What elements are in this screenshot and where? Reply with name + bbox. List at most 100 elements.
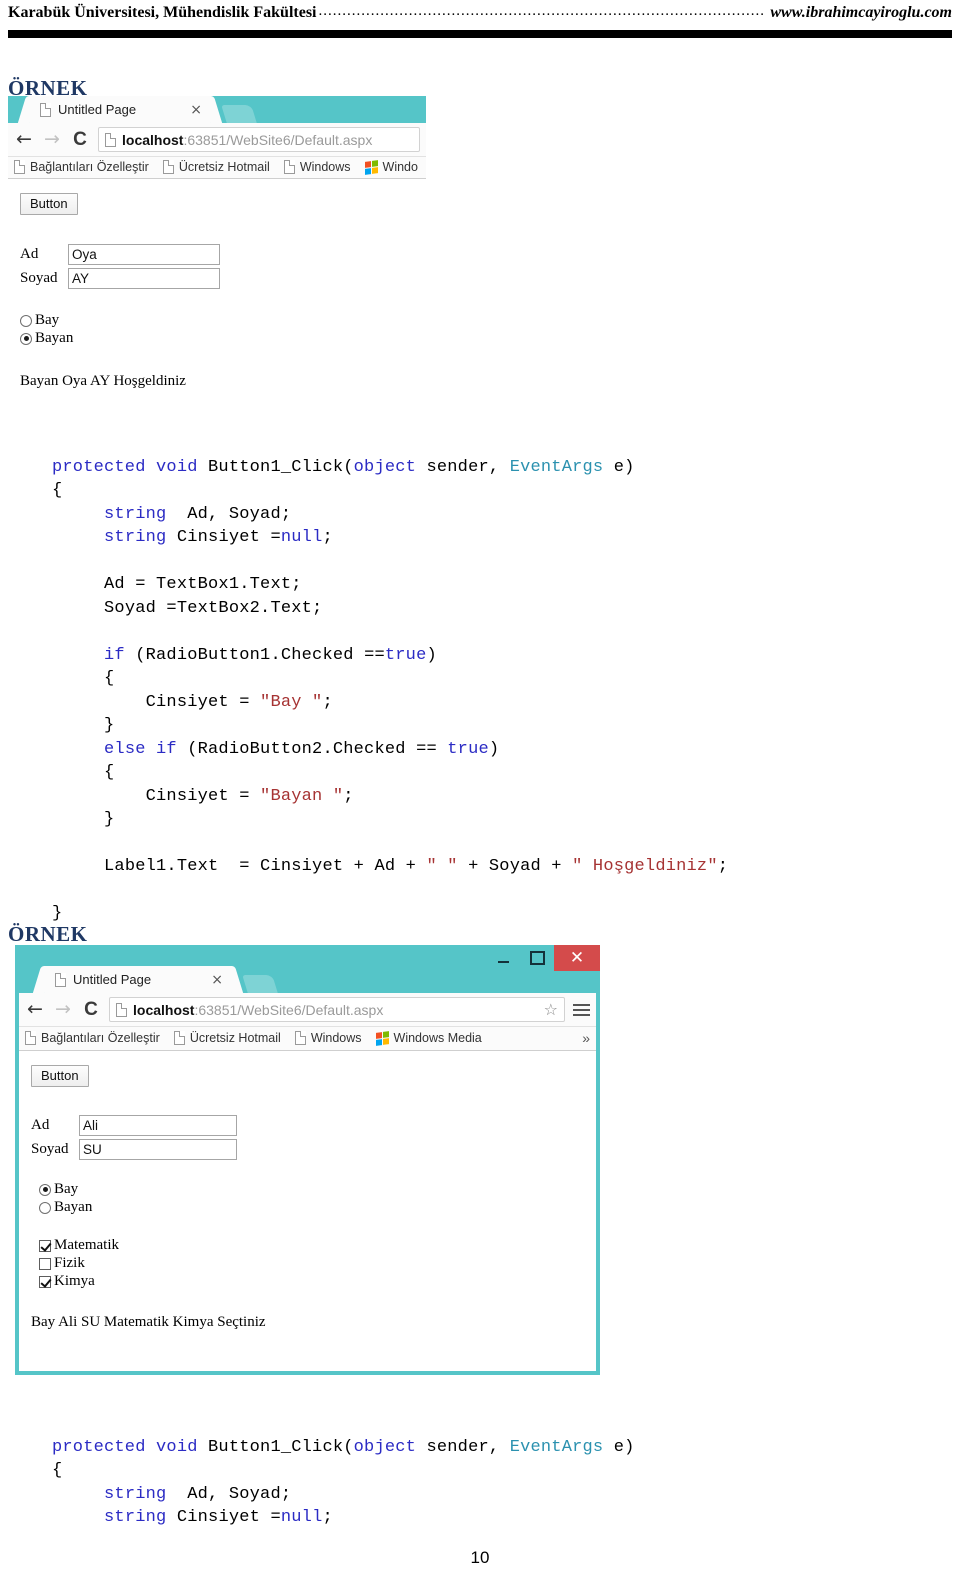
- bookmark-baglantilari-ozellestir[interactable]: Bağlantıları Özelleştir: [25, 1031, 160, 1045]
- code1-l16: }: [104, 810, 115, 829]
- code1-l04-kw: string: [104, 528, 167, 547]
- tab-left-edge: [32, 966, 54, 993]
- code1-l04-end: ;: [322, 528, 333, 547]
- bookmark-ucretsiz-hotmail[interactable]: Ücretsiz Hotmail: [173, 1031, 281, 1045]
- page-number: 10: [470, 1548, 490, 1567]
- browser2-address-bar[interactable]: localhost:63851/WebSite6/Default.aspx ☆: [109, 997, 565, 1022]
- radio-bayan-icon[interactable]: [39, 1201, 51, 1214]
- back-arrow-icon[interactable]: ←: [14, 130, 34, 149]
- browser2-check-matematik-row[interactable]: Matematik: [39, 1237, 584, 1254]
- checkbox-fizik-icon[interactable]: [39, 1257, 51, 1270]
- reload-icon[interactable]: C: [70, 130, 90, 149]
- bookmark-windows[interactable]: Windows: [294, 1031, 362, 1045]
- header-institution: Karabük Üniversitesi, Mühendislik Fakült…: [8, 4, 317, 21]
- code1-l01-tail: e): [603, 457, 635, 477]
- code1-l10: {: [104, 669, 115, 688]
- checkbox-kimya-icon[interactable]: [39, 1275, 51, 1288]
- forward-arrow-icon[interactable]: →: [42, 130, 62, 149]
- input-ad[interactable]: Oya: [68, 244, 220, 265]
- maximize-button[interactable]: [520, 945, 554, 971]
- radio-bay-label: Bay: [35, 312, 60, 328]
- checkbox-matematik-icon[interactable]: [39, 1239, 51, 1252]
- checkbox-fizik-label: Fizik: [54, 1255, 85, 1271]
- forward-arrow-icon[interactable]: →: [53, 1000, 73, 1019]
- bookmark-doc-icon: [14, 160, 25, 174]
- code1-l09-true: true: [384, 645, 427, 665]
- bookmarks-overflow-icon[interactable]: »: [582, 1030, 590, 1046]
- bookmark-doc-icon: [162, 160, 174, 174]
- browser1-page-content: Button Ad Oya Soyad AY Bay Bayan Bayan O…: [8, 179, 426, 400]
- code-block-1: protected void Button1_Click(object send…: [52, 432, 728, 926]
- browser1-tab[interactable]: Untitled Page ×: [17, 96, 223, 123]
- code2-l02: {: [52, 1461, 63, 1480]
- code1-l13-kw: else if: [104, 739, 177, 759]
- browser2-submit-button[interactable]: Button: [31, 1065, 89, 1087]
- code1-l01-keywords: protected void: [52, 457, 209, 477]
- radio-bayan-icon[interactable]: [20, 332, 32, 345]
- browser2-tab-title: Untitled Page: [73, 972, 152, 987]
- browser2-check-kimya-row[interactable]: Kimya: [39, 1273, 584, 1290]
- browser-window-2: ✕ Untitled Page × ← → C localhost:63851/…: [15, 945, 600, 1375]
- reload-icon[interactable]: C: [81, 1000, 101, 1019]
- bookmark-baglantilari-ozellestir[interactable]: Bağlantıları Özelleştir: [14, 160, 149, 174]
- tab-close-icon[interactable]: ×: [190, 103, 202, 117]
- code1-l12: }: [104, 716, 115, 735]
- code1-l03-kw: string: [104, 504, 167, 524]
- code2-l04-mid: Cinsiyet =: [166, 1508, 281, 1527]
- radio-bay-icon[interactable]: [39, 1183, 51, 1196]
- browser2-check-fizik-row[interactable]: Fizik: [39, 1255, 584, 1272]
- browser1-radio-bayan-row[interactable]: Bayan: [20, 330, 414, 347]
- browser2-window-controls: ✕: [486, 945, 600, 971]
- new-tab-button[interactable]: [221, 105, 257, 123]
- browser2-titlebar: ✕ Untitled Page ×: [15, 945, 600, 993]
- browser1-address-bar[interactable]: localhost:63851/WebSite6/Default.aspx: [98, 127, 420, 152]
- code1-l14: {: [104, 763, 115, 782]
- browser2-url: localhost:63851/WebSite6/Default.aspx: [133, 1002, 383, 1018]
- code1-l04-mid: Cinsiyet =: [166, 528, 281, 547]
- input-soyad[interactable]: SU: [79, 1139, 237, 1160]
- browser1-submit-button[interactable]: Button: [20, 193, 78, 215]
- page-doc-icon: [40, 102, 51, 117]
- bookmark-label: Ücretsiz Hotmail: [189, 1031, 281, 1045]
- input-ad[interactable]: Ali: [79, 1115, 237, 1136]
- new-tab-button[interactable]: [242, 975, 278, 993]
- bookmark-ucretsiz-hotmail[interactable]: Ücretsiz Hotmail: [162, 160, 270, 174]
- bookmark-windows-media[interactable]: Windo: [364, 159, 418, 175]
- tab-close-icon[interactable]: ×: [211, 973, 223, 987]
- browser2-result-label: Bay Ali SU Matematik Kimya Seçtiniz: [31, 1314, 266, 1330]
- code1-l01-eventargs: EventArgs: [509, 457, 604, 477]
- close-button[interactable]: ✕: [554, 945, 600, 971]
- url-path: :63851/WebSite6/Default.aspx: [194, 1001, 384, 1018]
- header-dot-leader: ........................................…: [318, 3, 765, 19]
- browser2-field-ad: Ad Ali: [31, 1115, 584, 1136]
- bookmark-label: Windows Media: [393, 1031, 482, 1045]
- code2-l04-end: ;: [322, 1508, 333, 1527]
- code1-l18-s1: " ": [426, 857, 458, 876]
- bookmark-label: Bağlantıları Özelleştir: [41, 1031, 160, 1045]
- bookmark-windows-media[interactable]: Windows Media: [375, 1030, 482, 1046]
- code1-l11-str: "Bay ": [260, 692, 323, 712]
- minimize-button[interactable]: [486, 945, 520, 971]
- browser2-radio-bayan-row[interactable]: Bayan: [39, 1199, 584, 1216]
- bookmark-star-icon[interactable]: ☆: [544, 1000, 558, 1019]
- code1-l18-s2: " Hoşgeldiniz": [572, 857, 718, 876]
- bookmark-label: Windows: [299, 160, 351, 174]
- label-soyad: Soyad: [31, 1141, 69, 1157]
- browser2-radio-bay-row[interactable]: Bay: [39, 1181, 584, 1198]
- browser1-tab-title: Untitled Page: [58, 102, 137, 117]
- address-page-icon: [116, 1002, 127, 1017]
- code2-l01-object: object: [353, 1437, 417, 1457]
- bookmark-windows[interactable]: Windows: [283, 160, 351, 174]
- checkbox-matematik-label: Matematik: [54, 1237, 119, 1253]
- code2-l01-tail: e): [603, 1437, 635, 1457]
- browser1-radio-bay-row[interactable]: Bay: [20, 312, 414, 329]
- code1-l01-object: object: [353, 457, 417, 477]
- browser2-tab[interactable]: Untitled Page ×: [32, 966, 244, 993]
- back-arrow-icon[interactable]: ←: [25, 1000, 45, 1019]
- code1-l15-str: "Bayan ": [260, 786, 344, 806]
- radio-bay-icon[interactable]: [20, 314, 32, 327]
- hamburger-menu-icon[interactable]: [573, 1003, 590, 1016]
- radio-bayan-label: Bayan: [35, 330, 74, 346]
- input-soyad[interactable]: AY: [68, 268, 220, 289]
- windows-logo-icon: [375, 1030, 389, 1046]
